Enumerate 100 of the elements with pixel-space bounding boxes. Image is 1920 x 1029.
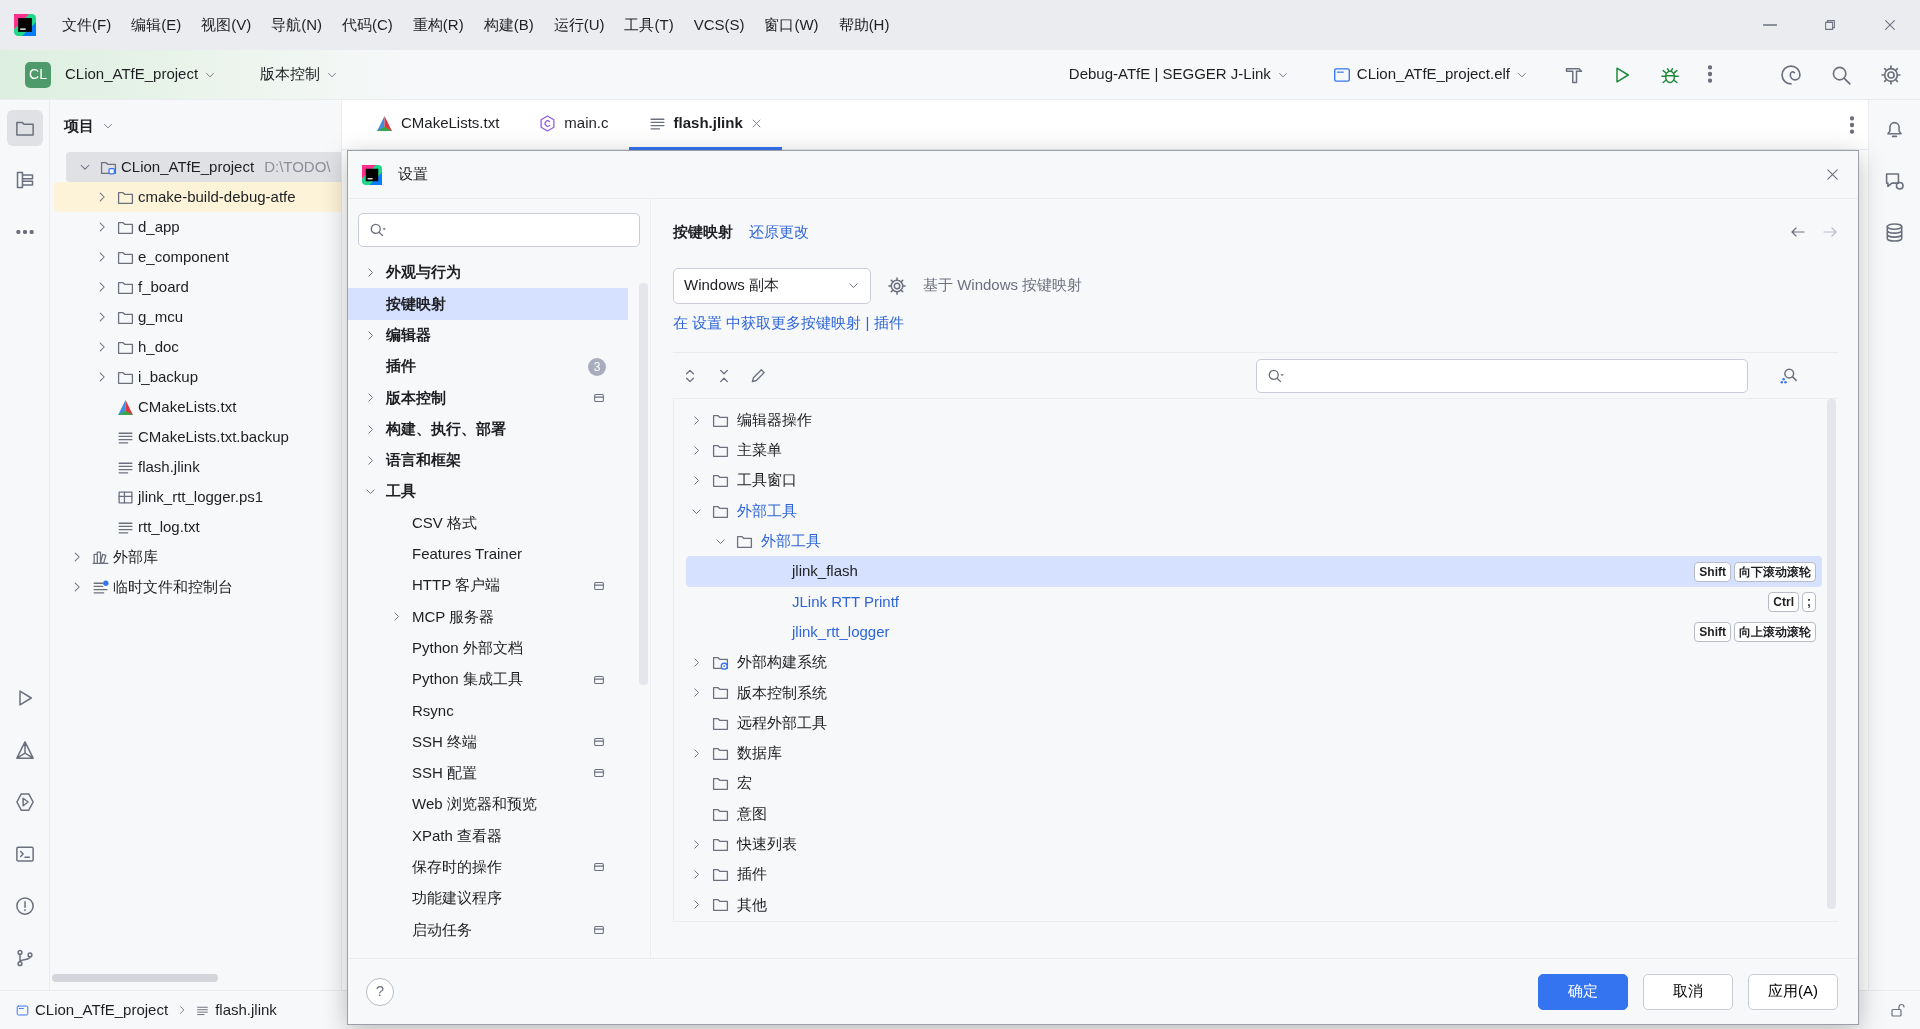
run-config-dropdown[interactable]: Debug-ATfE | SEGGER J-Link	[1062, 59, 1295, 90]
nav-label: 插件	[386, 356, 417, 377]
menu-item[interactable]: 帮助(H)	[828, 13, 900, 37]
folder-icon	[712, 866, 729, 884]
settings-nav-item[interactable]: 工具	[348, 476, 628, 508]
tree-row[interactable]: 外部库	[54, 542, 341, 572]
shortcut-key: 向下滚动滚轮	[1734, 561, 1816, 582]
folder-icon	[712, 775, 729, 793]
settings-nav-item[interactable]: Features Trainer	[348, 538, 628, 570]
keymap-tree-row[interactable]: jlink_rtt_logger Shift 向上滚动滚轮	[686, 617, 1822, 648]
menu-item[interactable]: 编辑(E)	[121, 13, 192, 37]
menu-item[interactable]: 文件(F)	[52, 13, 122, 37]
settings-nav-item[interactable]: 版本控制	[348, 382, 628, 414]
menu-item[interactable]: 视图(V)	[191, 13, 262, 37]
breadcrumb-item[interactable]: CLion_ATfE_project	[16, 998, 169, 1022]
settings-icon[interactable]	[887, 275, 907, 296]
settings-nav-item[interactable]: 编辑器	[348, 319, 628, 351]
keymap-tree-row[interactable]: 版本控制系统	[686, 677, 1822, 708]
find-shortcut-icon[interactable]	[1778, 365, 1798, 386]
settings-nav-item[interactable]: 功能建议程序	[348, 882, 628, 915]
keymap-tree-row[interactable]: 其他	[686, 889, 1822, 921]
settings-nav-item[interactable]: 按键映射	[348, 288, 628, 320]
settings-nav-item[interactable]: MCP 服务器	[348, 601, 628, 633]
settings-nav-item[interactable]: Python 集成工具	[348, 663, 628, 696]
tree-row[interactable]: h_doc	[54, 332, 341, 362]
tree-row[interactable]: g_mcu	[54, 302, 341, 332]
plugins-link[interactable]: 在 设置 中获取更多按键映射 | 插件	[673, 313, 904, 331]
keymap-tree-row[interactable]: 远程外部工具	[686, 707, 1822, 739]
nav-label: CSV 格式	[412, 512, 478, 533]
keymap-tree-row[interactable]: 数据库	[686, 738, 1822, 769]
menu-item[interactable]: 工具(T)	[614, 13, 684, 37]
scrollbar[interactable]	[52, 974, 218, 982]
pencil-icon[interactable]	[749, 366, 767, 385]
keymap-tree-row[interactable]: 外部工具	[686, 495, 1822, 527]
tree-row[interactable]: cmake-build-debug-atfe	[54, 182, 341, 212]
tree-row[interactable]: jlink_rtt_logger.ps1	[54, 482, 341, 512]
tree-row[interactable]: flash.jlink	[54, 452, 341, 482]
keymap-tree-row[interactable]: 主菜单	[686, 435, 1822, 466]
editor-tab[interactable]: CMakeLists.txt	[356, 99, 520, 150]
help-button[interactable]: ?	[366, 977, 394, 1006]
tree-row[interactable]: i_backup	[54, 362, 341, 392]
tree-row[interactable]: d_app	[54, 212, 341, 242]
menu-item[interactable]: 代码(C)	[332, 13, 403, 37]
tree-row[interactable]: CMakeLists.txt	[54, 392, 341, 422]
settings-nav-item[interactable]: 保存时的操作	[348, 851, 628, 883]
keymap-tree-row[interactable]: 宏	[686, 768, 1822, 799]
keymap-tree-row[interactable]: 编辑器操作	[686, 405, 1822, 436]
settings-nav-item[interactable]: Rsync	[348, 695, 628, 727]
settings-nav-item[interactable]: SSH 配置	[348, 757, 628, 790]
search-field[interactable]	[1256, 358, 1748, 393]
keymap-tree-row[interactable]: 意图	[686, 798, 1822, 830]
keymap-tree-row[interactable]: 外部构建系统	[686, 647, 1822, 678]
dialog-button[interactable]: 应用(A)	[1748, 973, 1838, 1010]
editor-tab[interactable]: main.c	[519, 99, 629, 150]
tree-row[interactable]: CLion_ATfE_project D:\TODO\	[66, 152, 341, 182]
settings-nav-item[interactable]: 启动任务	[348, 914, 628, 946]
keymap-tree-row[interactable]: 插件	[686, 859, 1822, 890]
breadcrumb-item[interactable]: flash.jlink	[196, 998, 277, 1022]
reset-link[interactable]: 还原更改	[749, 221, 809, 244]
settings-nav-item[interactable]: 构建、执行、部署	[348, 413, 628, 445]
tool-window-button[interactable]	[6, 110, 43, 146]
dialog-button[interactable]: 取消	[1643, 973, 1733, 1010]
keymap-tree-row[interactable]: 快速列表	[686, 829, 1822, 860]
keymap-tree-row[interactable]: JLink RTT Printf Ctrl ;	[686, 586, 1822, 618]
keymap-tree-row[interactable]: 工具窗口	[686, 465, 1822, 496]
keymap-tree-row[interactable]: jlink_flash Shift 向下滚动滚轮	[686, 556, 1822, 587]
settings-nav-item[interactable]: HTTP 客户端	[348, 569, 628, 602]
settings-nav-item[interactable]: 语言和框架	[348, 444, 628, 477]
tree-row[interactable]: 临时文件和控制台	[54, 572, 341, 602]
nav-label: Features Trainer	[412, 544, 524, 565]
search-field[interactable]	[358, 213, 640, 247]
tree-row[interactable]: e_component	[54, 242, 341, 272]
menu-item[interactable]: 重构(R)	[402, 13, 474, 37]
dialog-button[interactable]: 确定	[1538, 973, 1628, 1010]
action-label: 数据库	[737, 743, 783, 764]
menu-item[interactable]: 导航(N)	[261, 13, 332, 37]
action-label: 主菜单	[737, 440, 783, 461]
menu-item[interactable]: 构建(B)	[473, 13, 544, 37]
settings-nav-item[interactable]: CSV 格式	[348, 507, 628, 539]
vcs-dropdown[interactable]: 版本控制	[254, 59, 345, 90]
close-icon[interactable]	[750, 117, 762, 129]
settings-nav-item[interactable]: XPath 查看器	[348, 820, 628, 852]
settings-nav-item[interactable]: Web 浏览器和预览	[348, 789, 628, 821]
settings-nav-item[interactable]: Python 外部文档	[348, 632, 628, 664]
panel-title[interactable]: 项目	[64, 114, 94, 138]
keymap-tree-row[interactable]: 外部工具	[686, 526, 1822, 557]
menu-item[interactable]: 窗口(W)	[754, 13, 829, 37]
lock-icon[interactable]	[1890, 1002, 1906, 1018]
settings-nav-item[interactable]: SSH 终端	[348, 726, 628, 758]
menu-item[interactable]: VCS(S)	[683, 13, 755, 37]
settings-nav-item[interactable]: 外观与行为	[348, 257, 628, 289]
menu-item[interactable]: 运行(U)	[543, 13, 615, 37]
tree-row[interactable]: rtt_log.txt	[54, 512, 341, 542]
action-label: 插件	[737, 864, 768, 885]
tree-row[interactable]: CMakeLists.txt.backup	[54, 422, 341, 452]
tree-row[interactable]: f_board	[54, 272, 341, 302]
project-dropdown[interactable]: CLion_ATfE_project	[59, 59, 223, 90]
keymap-select[interactable]: Windows 副本	[673, 267, 871, 304]
settings-nav-item[interactable]: 插件 3	[348, 350, 628, 383]
target-dropdown[interactable]: CLion_ATfE_project.elf	[1326, 59, 1534, 90]
